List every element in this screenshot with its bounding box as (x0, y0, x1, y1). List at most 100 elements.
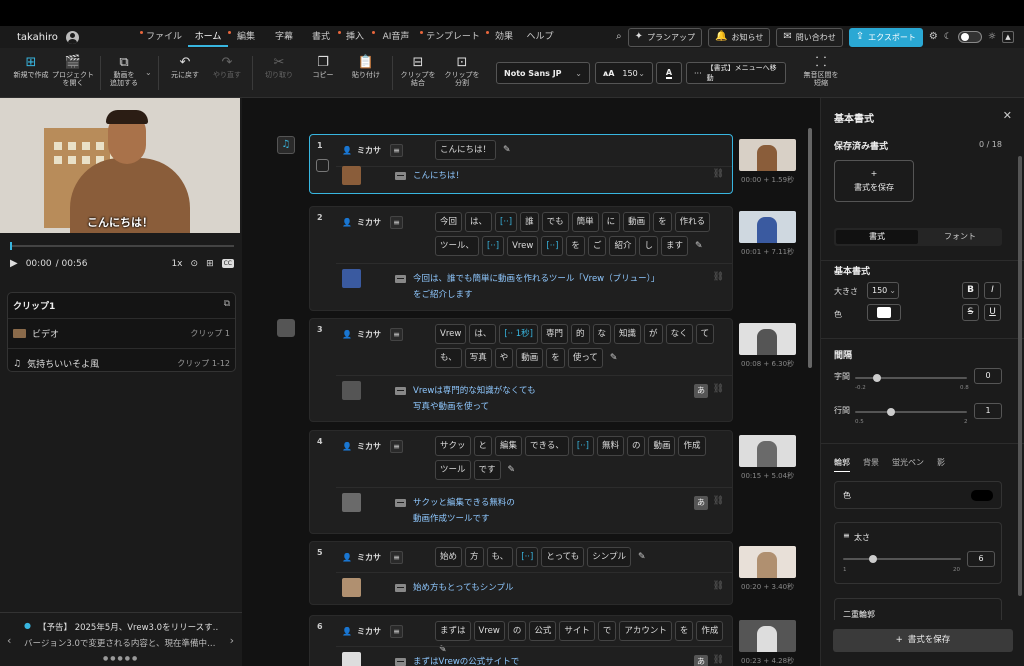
tab-4[interactable]: 書式 (304, 26, 338, 48)
word-chip[interactable]: は、 (465, 212, 493, 232)
focus-icon[interactable]: ⊙ (191, 259, 199, 269)
copy-button[interactable]: ❐ コピー (306, 54, 340, 79)
word-chip[interactable]: 作成 (678, 436, 706, 456)
subtab-3[interactable]: 影 (937, 457, 945, 472)
undo-button[interactable]: ↶ 元に戻す (168, 54, 202, 79)
subtitle-text[interactable]: 始め方もとってもシンプル (413, 580, 513, 596)
next-icon[interactable]: › (230, 634, 234, 647)
grid-icon[interactable]: ⊞ (206, 259, 214, 269)
link-icon[interactable]: ⛓ (713, 384, 724, 394)
word-chip[interactable]: 動画 (516, 348, 544, 368)
add-video-button[interactable]: ⧉ 動画を 追加する (106, 54, 142, 87)
word-chip[interactable]: 誰 (520, 212, 539, 232)
subtab-1[interactable]: 背景 (863, 457, 879, 472)
tab-1[interactable]: ホーム (188, 26, 228, 48)
subtitle-text[interactable]: サクッと編集できる無料の 動画作成ツールです (413, 495, 515, 527)
clip-card[interactable]: 1 👤 ミカサ ≡ こんにちは！ ✎ こんにちは！ ⛓ (309, 134, 733, 194)
save-format-card[interactable]: + 書式を保存 (834, 160, 914, 202)
link-icon[interactable]: ⛓ (713, 496, 724, 506)
tab-6[interactable]: AI音声 (372, 26, 420, 48)
word-chip[interactable]: ます (660, 236, 688, 256)
word-chip[interactable]: サイト (559, 621, 595, 641)
word-chip[interactable]: の (507, 621, 527, 641)
seek-bar[interactable] (10, 242, 234, 250)
word-chip[interactable]: も、 (435, 348, 462, 368)
size-select[interactable]: ᴀA 150 ⌄ (595, 62, 653, 84)
clip-media-thumb[interactable] (342, 652, 361, 666)
collapse-icon[interactable]: ▲ (1002, 31, 1014, 43)
italic-button[interactable]: I (984, 282, 1001, 299)
subtitle-text[interactable]: こんにちは！ (413, 168, 464, 184)
voice-badge[interactable]: あ (694, 655, 708, 666)
clip-card[interactable]: 5 👤 ミカサ ≡ 始め方も、 [··] とっても シンプル ✎ 始め方もとってもシンプル ⛓ (309, 541, 733, 605)
word-chip[interactable]: 公式 (529, 621, 557, 641)
text-color-swatch[interactable] (867, 304, 901, 321)
word-chip[interactable]: と (473, 436, 493, 456)
new-project-button[interactable]: ⊞ 新規で作成 (12, 54, 50, 79)
video-preview[interactable]: こんにちは！ (0, 98, 240, 233)
word-chip[interactable]: 写真 (464, 348, 492, 368)
clip-media-thumb[interactable] (342, 269, 361, 288)
cut-button[interactable]: ✂ 切り取り (262, 54, 296, 79)
word-chip[interactable]: や (494, 348, 514, 368)
word-chip[interactable]: 作れる (674, 212, 711, 232)
tab-3[interactable]: 字幕 (264, 26, 304, 48)
silence-gap[interactable]: [··] (571, 436, 594, 456)
clip-thumbnail[interactable] (739, 435, 796, 467)
tab-font[interactable]: フォント (920, 230, 1000, 244)
plan-up-button[interactable]: ✦ プランアップ (627, 27, 703, 47)
underline-button[interactable]: U (984, 304, 1001, 321)
clip-row-video[interactable]: ビデオ クリップ 1 (8, 318, 235, 348)
word-chip[interactable]: て (695, 324, 715, 344)
clip-media-thumb[interactable] (342, 578, 361, 597)
edit-pencil-icon[interactable]: ✎ (508, 465, 516, 475)
strikethrough-button[interactable]: S (962, 304, 979, 321)
word-chip[interactable]: アカウント (619, 621, 672, 641)
line-spacing-slider[interactable] (855, 408, 967, 416)
word-chip[interactable]: の (626, 436, 646, 456)
word-chip[interactable]: ツール (435, 460, 471, 480)
clip-thumbnail[interactable] (739, 546, 796, 578)
speaker-menu-icon[interactable]: ≡ (389, 625, 403, 638)
word-chip[interactable]: な (592, 324, 612, 344)
link-icon[interactable]: ⛓ (713, 169, 724, 179)
clip-card[interactable]: 2 👤 ミカサ ≡ 今回 は、 [··] 誰でも 簡単に動画を作れる ツール、 [··] Vrew [·… (309, 206, 733, 311)
line-spacing-input[interactable]: 1 (974, 403, 1002, 419)
word-chip[interactable]: できる、 (525, 436, 569, 456)
paste-button[interactable]: 📋 貼り付け (348, 54, 384, 79)
speed-button[interactable]: 1x (171, 259, 182, 269)
link-icon[interactable]: ⛓ (713, 655, 724, 665)
link-icon[interactable]: ⛓ (713, 272, 724, 282)
clip-media-thumb[interactable] (342, 381, 361, 400)
caption-icon[interactable]: CC (221, 259, 234, 268)
tab-8[interactable]: 効果 (486, 26, 522, 48)
subtab-2[interactable]: 蛍光ペン (892, 457, 924, 472)
save-format-footer-button[interactable]: + 書式を保存 (833, 629, 1013, 652)
clip-media-thumb[interactable] (342, 166, 361, 185)
word-chip[interactable]: 使って (567, 348, 603, 368)
word-chip[interactable]: は、 (469, 324, 497, 344)
word-chip[interactable]: を (653, 212, 672, 232)
word-chip[interactable]: 専門 (540, 324, 568, 344)
speaker-menu-icon[interactable]: ≡ (389, 328, 403, 341)
music-track-icon[interactable]: ♫ (277, 136, 295, 154)
word-chip[interactable]: Vrew (435, 324, 467, 344)
format-scrollbar[interactable] (1018, 156, 1022, 596)
goto-format-menu-button[interactable]: ··· 【書式】メニューへ移動 (686, 62, 786, 84)
char-spacing-slider[interactable] (855, 374, 967, 382)
speaker-menu-icon[interactable]: ≡ (389, 216, 403, 229)
silence-gap[interactable]: [··] (495, 212, 518, 232)
word-chip[interactable]: も、 (486, 547, 514, 567)
tab-5[interactable]: 挿入 (338, 26, 372, 48)
word-chip[interactable]: に (601, 212, 621, 232)
edit-pencil-icon[interactable]: ✎ (695, 241, 703, 251)
word-chip[interactable]: 方 (465, 547, 484, 567)
bold-button[interactable]: B (962, 282, 979, 299)
prev-icon[interactable]: ‹ (7, 634, 11, 647)
clip-card[interactable]: 4 👤 ミカサ ≡ サクッと編集 できる、 [··] 無料の動画 作成 ツール です ✎ サクッと編集で… (309, 430, 733, 534)
theme-toggle[interactable] (957, 31, 982, 43)
word-chip[interactable]: まずは (435, 621, 471, 641)
link-icon[interactable]: ⛓ (713, 581, 724, 591)
clip-media-thumb[interactable] (342, 493, 361, 512)
word-chip[interactable]: で (597, 621, 617, 641)
